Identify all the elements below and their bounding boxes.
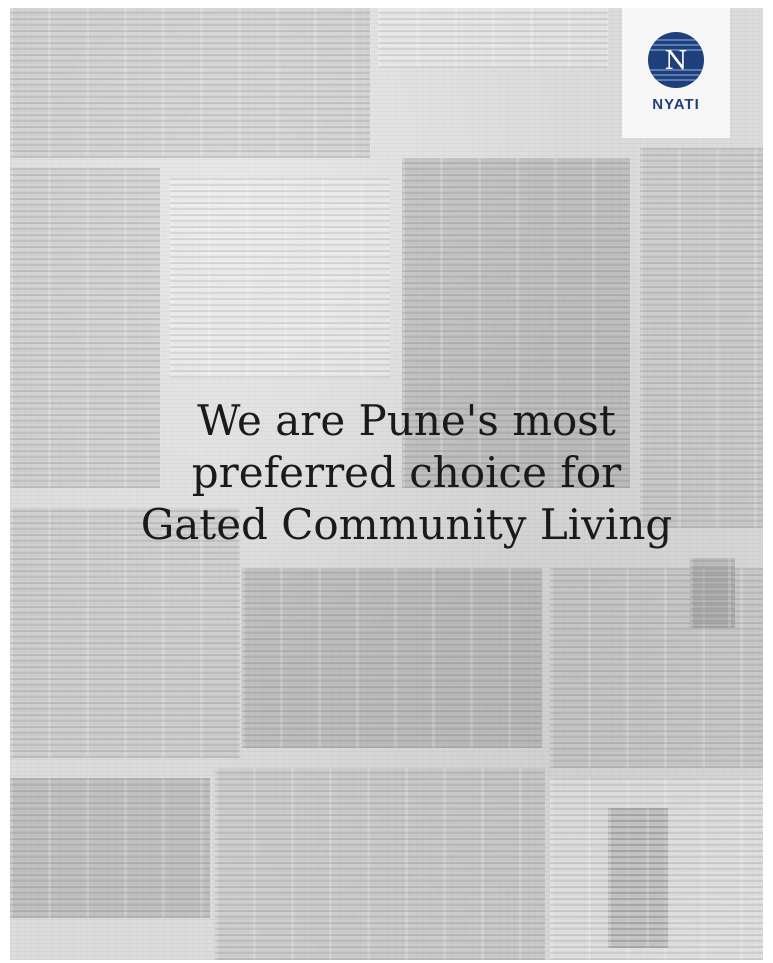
- newspaper-clipping: [242, 568, 542, 748]
- logo-letter: N: [665, 46, 688, 76]
- headline-line-1: We are Pune's most: [197, 396, 616, 445]
- logo: N NYATI: [622, 8, 730, 138]
- logo-wordmark: NYATI: [652, 96, 700, 113]
- newspaper-clipping: [170, 178, 390, 378]
- nyati-emblem-icon: N: [648, 32, 704, 88]
- newspaper-clipping: [378, 8, 608, 68]
- newspaper-clipping: [608, 808, 668, 948]
- headline-line-2: preferred choice for: [191, 448, 622, 497]
- newspaper-clipping: [10, 778, 210, 918]
- headline: We are Pune's most preferred choice for …: [50, 395, 763, 551]
- poster: N NYATI We are Pune's most preferred cho…: [10, 8, 763, 960]
- newspaper-clipping: [690, 558, 735, 628]
- newspaper-clipping: [10, 8, 370, 158]
- newspaper-clipping: [215, 768, 545, 960]
- headline-line-3: Gated Community Living: [140, 500, 673, 549]
